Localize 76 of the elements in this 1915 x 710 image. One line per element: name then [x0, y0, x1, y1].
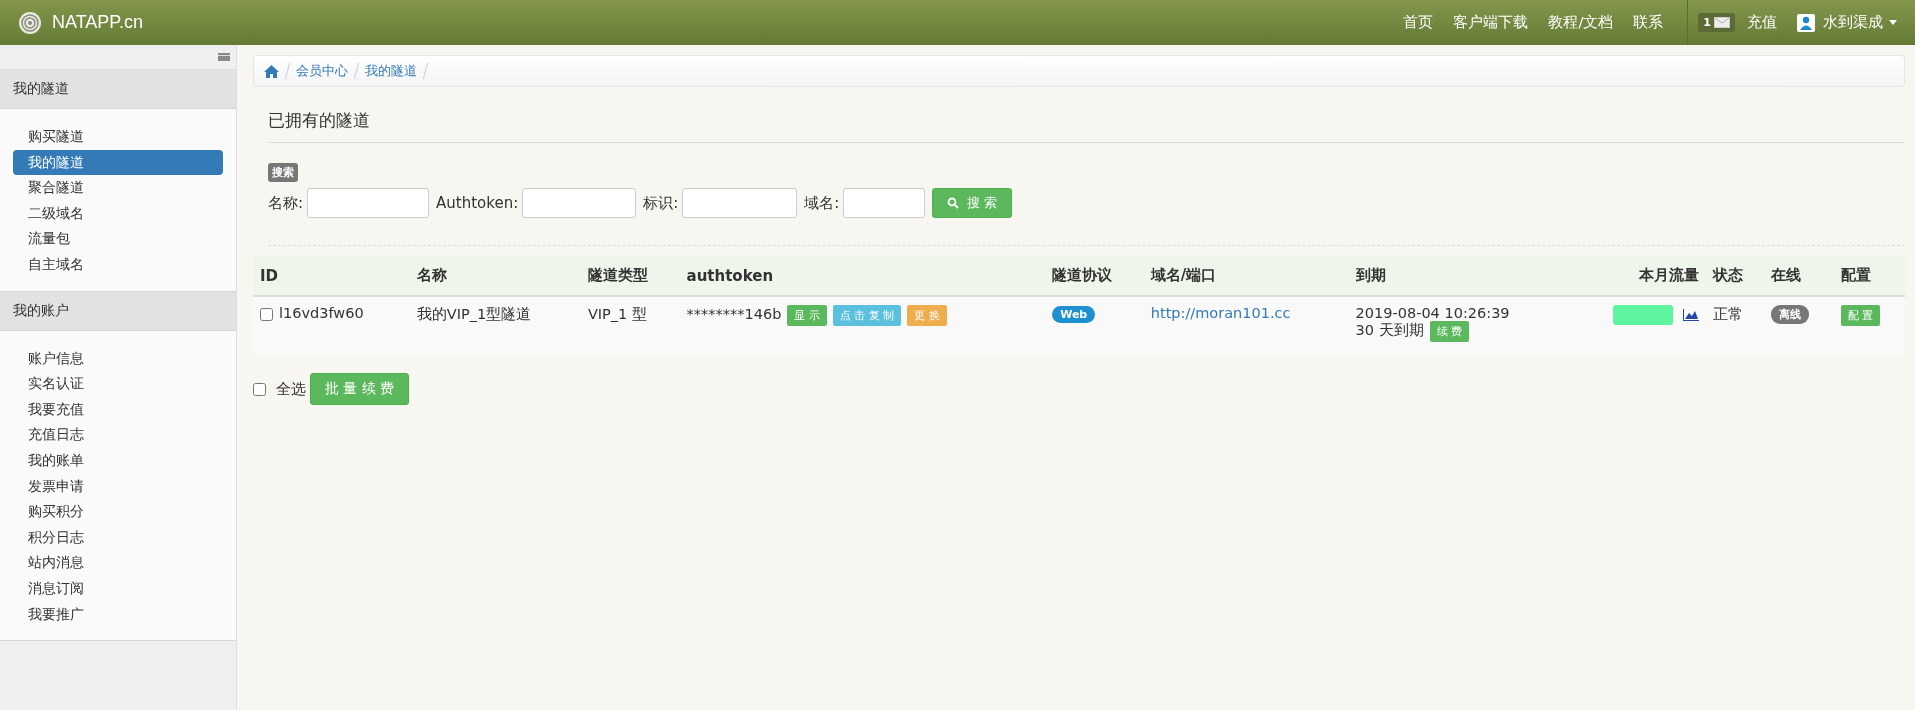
field-label: 域名:	[804, 193, 840, 213]
sidebar-section-title: 我的隧道	[0, 70, 236, 109]
sidebar-item[interactable]: 积分日志	[13, 524, 223, 551]
column-header: 本月流量	[1572, 256, 1706, 296]
column-header: 在线	[1764, 256, 1834, 296]
message-badge[interactable]: 1	[1698, 13, 1735, 32]
column-header: 隧道类型	[580, 256, 680, 296]
nav-link[interactable]: 联系	[1633, 13, 1664, 32]
domain-link[interactable]: http://moran101.cc	[1150, 305, 1291, 321]
nav-link[interactable]: 首页	[1403, 13, 1434, 32]
home-icon[interactable]	[264, 64, 279, 78]
menu-icon[interactable]	[218, 53, 230, 61]
sidebar-item[interactable]: 我的隧道	[13, 149, 223, 176]
search-field[interactable]	[522, 188, 637, 218]
column-header: 域名/端口	[1143, 256, 1349, 296]
config-button[interactable]: 配 置	[1840, 305, 1881, 326]
sidebar-item[interactable]: 我要推广	[13, 601, 223, 628]
sidebar-item[interactable]: 二级域名	[13, 200, 223, 227]
field-label: 标识:	[643, 193, 679, 213]
sidebar-item[interactable]: 发票申请	[13, 473, 223, 500]
breadcrumb-link[interactable]: 我的隧道	[365, 62, 417, 80]
page-title: 已拥有的隧道	[268, 109, 1905, 143]
column-header: 配置	[1833, 256, 1905, 296]
sidebar-item[interactable]: 自主域名	[13, 251, 223, 278]
nav-link[interactable]: 教程/文档	[1548, 13, 1614, 32]
sidebar-item[interactable]: 消息订阅	[13, 575, 223, 602]
table-cell: 30 天到期	[1355, 322, 1424, 338]
select-all-checkbox[interactable]	[253, 382, 266, 396]
sidebar-item[interactable]: 购买隧道	[13, 124, 223, 150]
search-icon	[947, 197, 960, 209]
sidebar-item[interactable]: 实名认证	[13, 371, 223, 397]
nav-link[interactable]: 客户端下载	[1453, 13, 1529, 32]
column-header: authtoken	[679, 256, 1046, 296]
sidebar-item[interactable]: 我的账单	[13, 447, 223, 474]
table-cell: 我的VIP_1型隧道	[416, 306, 532, 322]
protocol-badge: Web	[1052, 306, 1096, 323]
table-cell: VIP_1 型	[587, 306, 647, 322]
table-cell: 正常	[1712, 306, 1743, 322]
user-icon	[1797, 13, 1815, 32]
search-field[interactable]	[307, 188, 430, 218]
batch-renew-button[interactable]: 批 量 续 费	[310, 373, 410, 405]
field-label: 名称:	[268, 193, 304, 213]
sidebar-item[interactable]: 充值日志	[13, 422, 223, 448]
column-header: 到期	[1348, 256, 1573, 296]
sidebar-item[interactable]: 聚合隧道	[13, 175, 223, 201]
breadcrumb-link[interactable]: 会员中心	[296, 62, 348, 80]
brand-name[interactable]: NATAPP.cn	[52, 12, 144, 33]
table-cell: l16vd3fw60	[279, 305, 364, 321]
column-header: 名称	[409, 256, 581, 296]
traffic-bar	[1612, 305, 1673, 325]
sidebar-item[interactable]: 站内消息	[13, 550, 223, 576]
search-label: 搜索	[268, 163, 298, 182]
sidebar-item[interactable]: 账户信息	[13, 345, 223, 372]
sidebar-section-title: 我的账户	[0, 291, 236, 331]
show-button[interactable]: 显 示	[787, 305, 827, 326]
table-cell: ********146b	[686, 306, 782, 322]
caret-icon	[1889, 20, 1897, 25]
logo-icon	[18, 10, 42, 35]
sidebar-item[interactable]: 我要充值	[13, 396, 223, 423]
search-button[interactable]: 搜 索	[932, 188, 1013, 218]
column-header: ID	[253, 256, 410, 296]
select-all-label: 全选	[276, 379, 306, 399]
search-field[interactable]	[682, 188, 798, 218]
renew-button[interactable]: 续 费	[1429, 321, 1470, 342]
row-checkbox[interactable]	[260, 307, 273, 321]
sidebar-item[interactable]: 购买积分	[13, 499, 223, 525]
sidebar-item[interactable]: 流量包	[13, 226, 223, 252]
field-label: Authtoken:	[436, 194, 519, 212]
user-menu[interactable]: 水到渠成	[1823, 13, 1883, 32]
column-header: 隧道协议	[1045, 256, 1144, 296]
chart-icon[interactable]	[1682, 309, 1699, 321]
column-header: 状态	[1705, 256, 1765, 296]
search-field[interactable]	[843, 188, 926, 218]
recharge-link[interactable]: 充值	[1747, 13, 1777, 32]
status-badge: 离线	[1771, 305, 1810, 324]
table-cell: 2019-08-04 10:26:39	[1355, 305, 1510, 321]
